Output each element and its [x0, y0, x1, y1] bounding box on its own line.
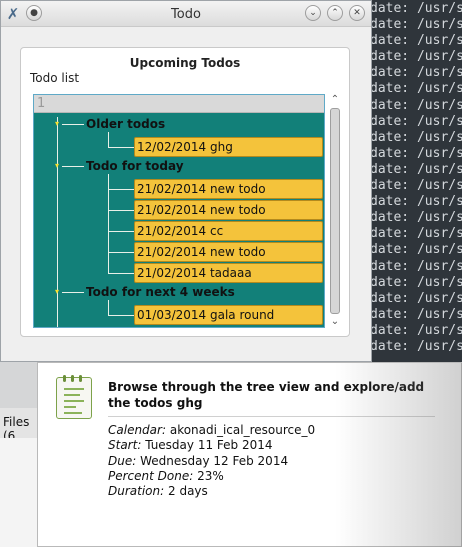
terminal-line: date: /usr/sh — [370, 81, 462, 97]
todo-item[interactable]: 01/03/2014 gala round — [134, 305, 323, 325]
terminal-line: date: /usr/sh — [370, 129, 462, 145]
detail-value: 2 days — [168, 484, 208, 499]
tree-group-label[interactable]: Todo for next 4 weeks — [86, 285, 235, 299]
window-titlebar[interactable]: ✗ ● Todo ⌄ ⌃ ✕ — [1, 1, 371, 27]
terminal-line: date: /usr/sh — [370, 338, 462, 354]
todo-item[interactable]: 21/02/2014 tadaaa — [134, 263, 323, 283]
tooltip-detail-row: Due: Wednesday 12 Feb 2014 — [108, 454, 315, 469]
tree-connector — [62, 292, 84, 293]
tree-connector — [108, 300, 109, 315]
background-terminal: date: /usr/sh date: /usr/sh date: /usr/sh d… — [362, 0, 462, 362]
expand-arrow-icon[interactable]: ▾ — [53, 162, 61, 170]
detail-key: Due: — [108, 453, 137, 468]
tooltip-detail-row: Percent Done: 23% — [108, 469, 315, 484]
terminal-line: date: /usr/sh — [370, 97, 462, 113]
terminal-line: date: /usr/sh — [370, 178, 462, 194]
detail-value: 23% — [197, 468, 224, 483]
terminal-line: date: /usr/sh — [370, 113, 462, 129]
todo-item[interactable]: 12/02/2014 ghg — [134, 137, 323, 157]
tree-connector — [108, 147, 134, 148]
tree-connector — [108, 210, 134, 211]
tree-connector — [57, 117, 58, 327]
tree-connector — [62, 166, 84, 167]
terminal-line: date: /usr/sh — [370, 322, 462, 338]
upcoming-todos-panel: Upcoming Todos Todo list 1 ▾ Older todos 1… — [20, 47, 350, 337]
tooltip-detail-row: Duration: 2 days — [108, 484, 315, 499]
scroll-down-icon[interactable]: ⌄ — [328, 316, 342, 328]
tree-connector — [108, 252, 134, 253]
background-files-tab[interactable]: Files (6 — [0, 408, 40, 443]
tree-group-label[interactable]: Older todos — [86, 117, 165, 131]
panel-title: Upcoming Todos — [129, 56, 241, 70]
terminal-line: date: /usr/sh — [370, 210, 462, 226]
tree-connector — [108, 231, 134, 232]
tree-group-label[interactable]: Todo for today — [86, 159, 184, 173]
expand-arrow-icon[interactable]: ▾ — [53, 120, 61, 128]
detail-key: Start: — [108, 438, 142, 453]
todo-list-label: Todo list — [30, 71, 80, 85]
tooltip-details: Calendar: akonadi_ical_resource_0 Start: … — [108, 423, 315, 499]
todo-list-icon — [56, 375, 92, 419]
terminal-line: date: /usr/sh — [370, 65, 462, 81]
background-panel — [0, 438, 40, 547]
close-icon: ✕ — [353, 8, 361, 18]
terminal-line: date: /usr/sh — [370, 33, 462, 49]
maximize-button[interactable]: ⌃ — [327, 5, 343, 21]
terminal-line: date: /usr/sh — [370, 258, 462, 274]
terminal-line: date: /usr/sh — [370, 242, 462, 258]
tree-scrollbar[interactable]: ⌃ ⌄ — [328, 94, 342, 328]
detail-key: Percent Done: — [108, 468, 194, 483]
chevron-down-icon: ⌄ — [309, 8, 317, 18]
todo-window: ✗ ● Todo ⌄ ⌃ ✕ Upcoming Todos Todo list … — [0, 0, 372, 362]
terminal-line: date: /usr/sh — [370, 49, 462, 65]
todo-item[interactable]: 21/02/2014 new todo — [134, 200, 323, 220]
terminal-line: date: /usr/sh — [370, 274, 462, 290]
terminal-line: date: /usr/sh — [370, 1, 462, 16]
expand-arrow-icon[interactable]: ▾ — [53, 288, 61, 296]
tooltip-detail-row: Start: Tuesday 11 Feb 2014 — [108, 438, 315, 453]
minimize-button[interactable]: ⌄ — [305, 5, 321, 21]
tree-header[interactable]: 1 — [34, 95, 324, 113]
terminal-line: date: /usr/sh — [370, 226, 462, 242]
detail-key: Duration: — [108, 484, 165, 499]
tree-connector — [108, 189, 134, 190]
tree-connector — [62, 124, 84, 125]
scroll-thumb[interactable] — [330, 108, 340, 314]
tooltip-shadow — [335, 363, 462, 547]
tooltip-detail-row: Calendar: akonadi_ical_resource_0 — [108, 423, 315, 438]
todo-item[interactable]: 21/02/2014 new todo — [134, 179, 323, 199]
detail-value: Wednesday 12 Feb 2014 — [140, 453, 289, 468]
detail-value: akonadi_ical_resource_0 — [169, 423, 316, 437]
todo-tree-view[interactable]: 1 ▾ Older todos 12/02/2014 ghg ▾ Todo for to… — [33, 94, 325, 328]
terminal-line: date: /usr/sh — [370, 290, 462, 306]
chevron-up-icon: ⌃ — [331, 8, 339, 18]
todo-tooltip: Browse through the tree view and explore… — [37, 362, 462, 547]
terminal-line: date: /usr/sh — [370, 145, 462, 161]
terminal-line: date: /usr/sh — [370, 194, 462, 210]
tree-connector — [108, 315, 134, 316]
detail-value: Tuesday 11 Feb 2014 — [145, 438, 273, 453]
todo-item[interactable]: 21/02/2014 new todo — [134, 242, 323, 262]
detail-key: Calendar: — [108, 423, 167, 437]
terminal-line: date: /usr/sh — [370, 306, 462, 322]
terminal-line: date: /usr/sh — [370, 17, 462, 33]
tree-connector — [108, 273, 134, 274]
tree-connector — [108, 132, 109, 147]
todo-item[interactable]: 21/02/2014 cc — [134, 221, 323, 241]
scroll-up-icon[interactable]: ⌃ — [328, 94, 342, 106]
terminal-line: date: /usr/sh — [370, 161, 462, 177]
close-button[interactable]: ✕ — [349, 5, 365, 21]
